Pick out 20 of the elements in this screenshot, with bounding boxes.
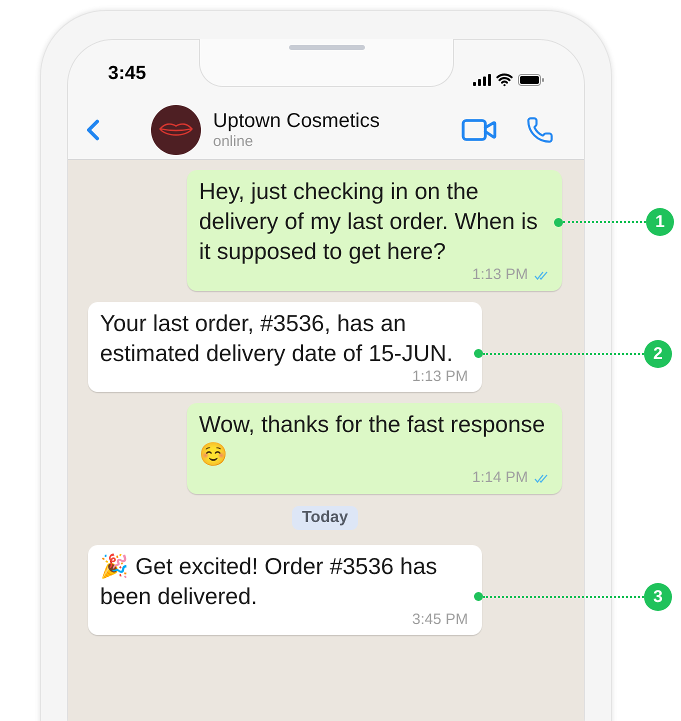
callout-number: 3 — [644, 582, 672, 610]
battery-icon — [518, 74, 544, 86]
date-label: Today — [292, 506, 358, 530]
contact-name: Uptown Cosmetics — [213, 108, 381, 132]
message-text: 🎉 Get excited! Order #3536 has been delivered. — [100, 552, 438, 610]
message-time: 1:13 PM — [412, 366, 468, 386]
message-text: Wow, thanks for the fast response ☺ — [199, 410, 546, 469]
phone-call-icon[interactable] — [526, 116, 554, 144]
status-time: 3:45 — [108, 62, 146, 86]
message-time: 3:45 PM — [412, 610, 468, 630]
signal-icon — [473, 74, 491, 86]
callout-number: 2 — [644, 340, 672, 368]
contact-status: online — [213, 132, 254, 150]
wifi-icon — [496, 71, 513, 88]
message-text: Hey, just checking in on the delivery of my last order. When is it supposed to get here? — [199, 177, 539, 266]
message-text: Your last order, #3536, has an estimated delivery date of 15-JUN. — [100, 308, 454, 368]
callout-number: 1 — [646, 208, 674, 236]
lips-icon — [159, 122, 193, 138]
message-time: 1:13 PM — [472, 265, 528, 285]
message-time: 1:14 PM — [472, 468, 528, 488]
